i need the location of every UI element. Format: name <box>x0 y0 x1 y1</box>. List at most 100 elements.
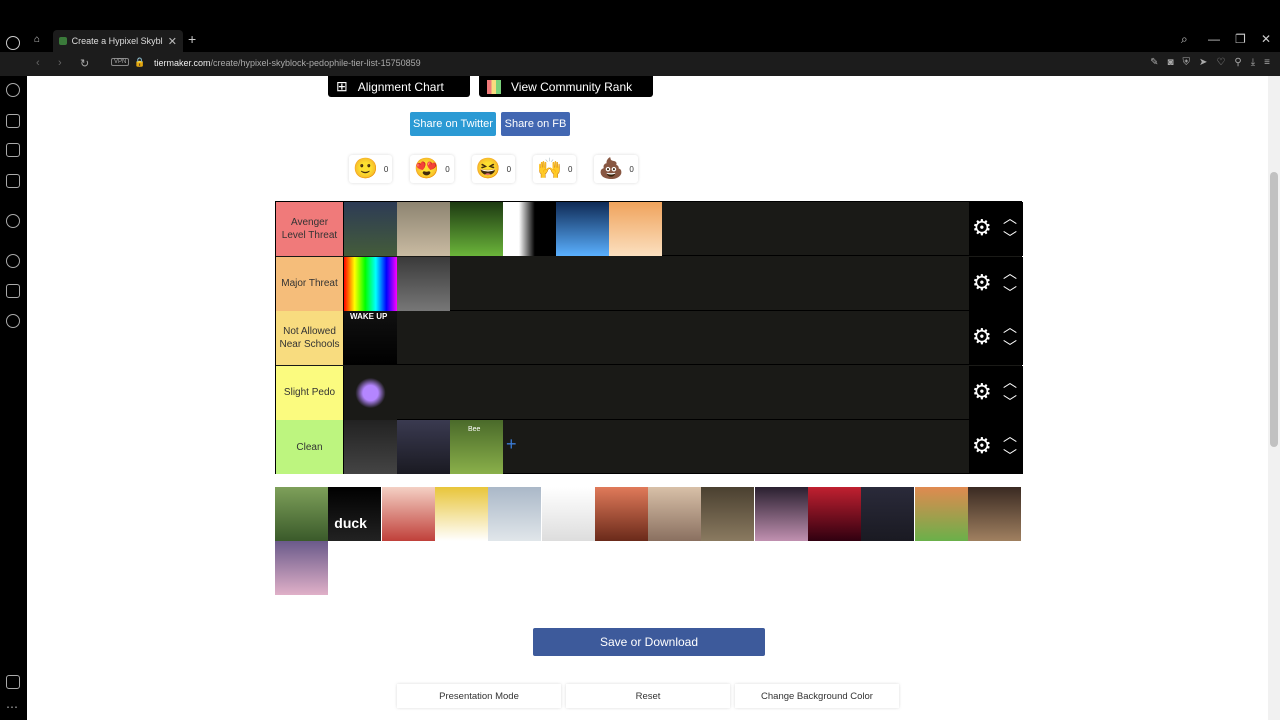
tab-active[interactable]: Create a Hypixel Skyblock ✕ <box>53 30 183 52</box>
pool-item-image[interactable]: duck <box>328 487 382 541</box>
account-icon[interactable]: ⚲ <box>1234 57 1241 68</box>
share-twitter-button[interactable]: Share on Twitter <box>410 112 496 136</box>
minimize-icon[interactable]: — <box>1208 32 1220 46</box>
tier-item-image[interactable] <box>397 202 450 256</box>
tier-item-image[interactable] <box>397 420 450 475</box>
forward-icon[interactable]: › <box>58 57 62 69</box>
pool-item-image[interactable] <box>701 487 755 541</box>
speed-dial-icon[interactable] <box>6 83 20 97</box>
gear-icon[interactable]: ⚙ <box>972 215 992 241</box>
opera-logo-icon[interactable] <box>6 36 20 50</box>
workspace-icon[interactable] <box>6 114 20 128</box>
page-scrollbar[interactable] <box>1268 76 1280 720</box>
pool-item-image[interactable] <box>381 487 435 541</box>
reaction-raised-hands[interactable]: 🙌 0 <box>533 155 577 183</box>
reaction-heart-eyes[interactable]: 😍 0 <box>410 155 454 183</box>
settings-icon[interactable] <box>6 314 20 328</box>
gallery-icon[interactable] <box>6 675 20 689</box>
pool-item-image[interactable] <box>754 487 808 541</box>
move-down-icon[interactable]: ﹀ <box>1003 446 1017 466</box>
heart-icon[interactable]: ♡ <box>1216 57 1225 68</box>
shield-icon[interactable]: ⛨ <box>1183 57 1191 68</box>
pool-item-image[interactable] <box>488 487 542 541</box>
tier-label[interactable]: Not Allowed Near Schools <box>276 311 344 366</box>
pool-item-image[interactable] <box>808 487 861 541</box>
tab-island-icon[interactable]: ⌂ <box>34 34 40 45</box>
gear-icon[interactable]: ⚙ <box>972 433 992 459</box>
new-tab-button[interactable]: + <box>188 31 196 47</box>
save-download-button[interactable]: Save or Download <box>533 628 765 656</box>
presentation-mode-button[interactable]: Presentation Mode <box>397 684 561 708</box>
pool-item-image[interactable] <box>861 487 915 541</box>
share-fb-button[interactable]: Share on FB <box>501 112 570 136</box>
tier-label[interactable]: Clean <box>276 420 344 475</box>
change-bg-color-button[interactable]: Change Background Color <box>735 684 899 708</box>
vpn-badge[interactable]: VPN <box>111 58 130 66</box>
edit-icon[interactable]: ✎ <box>1150 57 1158 68</box>
tier-item-image[interactable] <box>609 202 662 256</box>
close-window-icon[interactable]: ✕ <box>1261 32 1271 46</box>
tier-item-image[interactable] <box>503 202 556 256</box>
pool-item-image[interactable] <box>275 541 328 595</box>
community-rank-button[interactable]: View Community Rank <box>479 76 653 97</box>
restore-icon[interactable]: ❐ <box>1235 32 1246 46</box>
tier-item-image[interactable]: Bee <box>450 420 503 475</box>
move-down-icon[interactable]: ﹀ <box>1003 283 1017 303</box>
reload-icon[interactable]: ↻ <box>80 57 89 70</box>
history-icon[interactable] <box>6 254 20 268</box>
pool-item-image[interactable] <box>541 487 595 541</box>
close-tab-icon[interactable]: ✕ <box>168 35 177 48</box>
pool-item-image[interactable] <box>648 487 702 541</box>
pool-item-image[interactable] <box>967 487 1021 541</box>
pool-item-image[interactable] <box>914 487 968 541</box>
tier-label[interactable]: Major Threat <box>276 256 344 311</box>
tier-item-image[interactable]: WAKE UP <box>344 311 397 366</box>
tier-label[interactable]: Avenger Level Threat <box>276 202 344 256</box>
reaction-laughing[interactable]: 😆 0 <box>471 155 516 183</box>
tier-item-image[interactable] <box>556 202 609 256</box>
tier-item-image[interactable] <box>344 202 397 256</box>
move-up-icon[interactable]: ︿ <box>1003 263 1017 283</box>
url-field[interactable]: tiermaker.com/create/hypixel-skyblock-pe… <box>154 58 421 68</box>
menu-icon[interactable]: ≡ <box>1264 57 1270 68</box>
reset-button[interactable]: Reset <box>566 684 730 708</box>
tier-item-image[interactable] <box>397 256 450 311</box>
pool-item-image[interactable] <box>594 487 648 541</box>
player-icon[interactable] <box>6 174 20 188</box>
reaction-slight-smile[interactable]: 🙂 0 <box>349 155 393 183</box>
extensions-icon[interactable] <box>6 284 20 298</box>
tier-item-image[interactable] <box>450 202 503 256</box>
back-icon[interactable]: ‹ <box>36 57 40 69</box>
reaction-count: 0 <box>506 164 512 174</box>
move-down-icon[interactable]: ﹀ <box>1003 392 1017 412</box>
gear-icon[interactable]: ⚙ <box>972 270 992 296</box>
tier-label[interactable]: Slight Pedo <box>276 365 344 420</box>
lock-icon[interactable]: 🔒 <box>134 57 145 68</box>
move-up-icon[interactable]: ︿ <box>1003 317 1017 337</box>
move-up-icon[interactable]: ︿ <box>1003 208 1017 228</box>
camera-icon[interactable]: ◙ <box>1168 57 1174 68</box>
tier-item-image[interactable] <box>344 256 397 311</box>
tier-items <box>344 256 450 311</box>
gear-icon[interactable]: ⚙ <box>972 324 992 350</box>
pool-item-image[interactable] <box>275 487 328 541</box>
download-icon[interactable]: ⤓ <box>1251 57 1255 68</box>
pool-item-image[interactable] <box>434 487 488 541</box>
messenger-icon[interactable] <box>6 214 20 228</box>
twitch-icon[interactable] <box>6 143 20 157</box>
reaction-poop[interactable]: 💩 0 <box>594 155 638 183</box>
gear-icon[interactable]: ⚙ <box>972 379 992 405</box>
move-down-icon[interactable]: ﹀ <box>1003 337 1017 357</box>
alignment-chart-button[interactable]: ⊞ Alignment Chart <box>328 76 470 97</box>
scrollbar-thumb[interactable] <box>1270 172 1278 447</box>
move-down-icon[interactable]: ﹀ <box>1003 228 1017 248</box>
move-up-icon[interactable]: ︿ <box>1003 372 1017 392</box>
tier-row: Major Threat ⚙ ︿ ﹀ <box>276 256 1023 311</box>
search-tabs-icon[interactable]: ⌕ <box>1181 32 1188 47</box>
tier-item-image[interactable] <box>344 365 397 420</box>
tab-title: Create a Hypixel Skyblock <box>71 36 163 46</box>
more-icon[interactable]: ⋯ <box>6 700 18 714</box>
send-icon[interactable]: ➤ <box>1199 57 1207 68</box>
tier-item-image[interactable] <box>344 420 397 475</box>
move-up-icon[interactable]: ︿ <box>1003 426 1017 446</box>
